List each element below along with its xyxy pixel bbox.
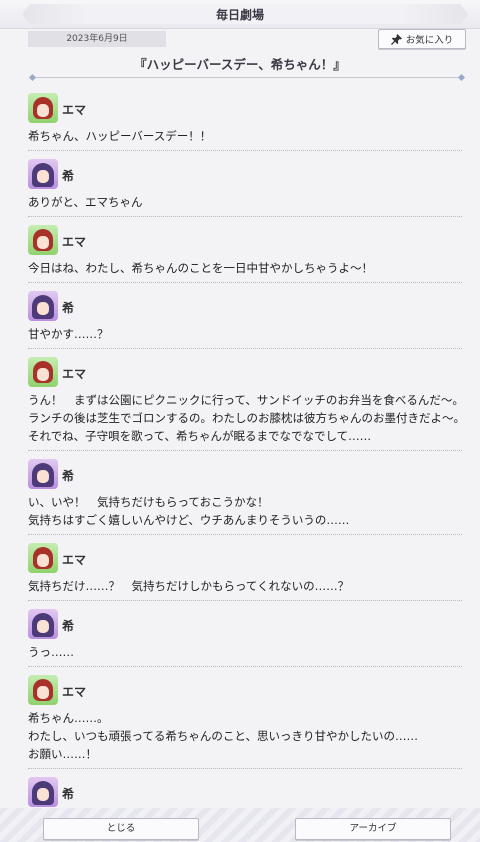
dialog-entry: エマ希ちゃん、ハッピーバースデー！！ xyxy=(28,93,462,145)
dialog-divider xyxy=(28,348,462,349)
dialog-line: ランチの後は芝生でゴロンするの。わたしのお膝枕は彼方ちゃんのお墨付きだよ～。 xyxy=(28,411,465,425)
page-title: 毎日劇場 xyxy=(215,8,264,22)
dialog-line: わたし、いつも頑張ってる希ちゃんのこと、思いっきり甘やかしたいの…… xyxy=(28,729,418,743)
dialog-text: い、いや！ 気持ちだけもらっておこうかな！ 気持ちはすごく嬉しいんやけど、ウチあん… xyxy=(28,493,462,529)
dialog-entry: エマ今日はね、わたし、希ちゃんのことを一日中甘やかしちゃうよ～！ xyxy=(28,225,462,277)
title-divider xyxy=(28,73,466,82)
speaker-row: 希 xyxy=(28,159,462,189)
emma-avatar xyxy=(28,225,58,255)
dialog-line: ありがと、エマちゃん xyxy=(28,195,143,209)
pin-icon xyxy=(390,33,402,45)
dialog-entry: 希い、いや！ 気持ちだけもらっておこうかな！ 気持ちはすごく嬉しいんやけど、ウチあ… xyxy=(28,459,462,529)
emma-avatar xyxy=(28,357,58,387)
speaker-name: エマ xyxy=(62,103,87,117)
speaker-name: 希 xyxy=(62,787,75,801)
dialog-line: うん！ まずは公園にピクニックに行って、サンドイッチのお弁当を食べるんだ～。 xyxy=(28,393,464,407)
speaker-name: エマ xyxy=(62,685,87,699)
speaker-row: 希 xyxy=(28,777,462,807)
dialog-line: 気持ちはすごく嬉しいんやけど、ウチあんまりそういうの…… xyxy=(28,513,350,527)
emma-avatar xyxy=(28,675,58,705)
dialog-line: 今日はね、わたし、希ちゃんのことを一日中甘やかしちゃうよ～！ xyxy=(28,261,373,275)
dialog-text: うん！ まずは公園にピクニックに行って、サンドイッチのお弁当を食べるんだ～。 ラン… xyxy=(28,391,465,445)
date-label: 2023年6月9日 xyxy=(28,31,166,47)
dialog-divider xyxy=(28,282,462,283)
speaker-row: エマ xyxy=(28,543,462,573)
nozomi-avatar xyxy=(28,609,58,639)
speaker-row: エマ xyxy=(28,225,462,255)
dialog-line: 希ちゃん……。 xyxy=(28,711,109,725)
dialog-text: 甘やかす……？ xyxy=(28,325,462,343)
archive-button[interactable]: アーカイブ xyxy=(295,818,451,840)
dialog-divider xyxy=(28,450,462,451)
dialog-text: 気持ちだけ……？ 気持ちだけしかもらってくれないの……？ xyxy=(28,577,462,595)
speaker-name: 希 xyxy=(62,619,75,633)
dialog-entry: エマ希ちゃん……。わたし、いつも頑張ってる希ちゃんのこと、思いっきり甘やかしたい… xyxy=(28,675,462,763)
dialog-entry: 希ありがと、エマちゃん xyxy=(28,159,462,211)
speaker-row: 希 xyxy=(28,609,462,639)
speaker-row: エマ xyxy=(28,93,462,123)
dialog-text: ありがと、エマちゃん xyxy=(28,193,462,211)
emma-avatar xyxy=(28,93,58,123)
dialog-divider xyxy=(28,600,462,601)
dialog-line: それでね、子守唄を歌って、希ちゃんが眠るまでなでなでして…… xyxy=(28,429,372,443)
nozomi-avatar xyxy=(28,459,58,489)
dialog-divider xyxy=(28,768,462,769)
favorite-button-label: お気に入り xyxy=(405,35,454,46)
story-title: 『ハッピーバースデー、希ちゃん！』 xyxy=(134,57,346,72)
dialog-line: 希ちゃん、ハッピーバースデー！！ xyxy=(28,129,212,143)
speaker-row: エマ xyxy=(28,675,462,705)
dialog-line: 気持ちだけ……？ 気持ちだけしかもらってくれないの……？ xyxy=(28,579,350,593)
dialog-line: うっ…… xyxy=(28,645,74,659)
emma-avatar xyxy=(28,543,58,573)
dialog-line: 甘やかす……？ xyxy=(28,327,109,341)
dialog-line: い、いや！ 気持ちだけもらっておこうかな！ xyxy=(28,495,269,509)
dialog-divider xyxy=(28,216,462,217)
dialog-entry: エマうん！ まずは公園にピクニックに行って、サンドイッチのお弁当を食べるんだ～。… xyxy=(28,357,465,445)
speaker-name: エマ xyxy=(62,235,87,249)
dialog-text: 今日はね、わたし、希ちゃんのことを一日中甘やかしちゃうよ～！ xyxy=(28,259,462,277)
speaker-name: エマ xyxy=(62,553,87,567)
speaker-row: 希 xyxy=(28,291,462,321)
speaker-name: 希 xyxy=(62,469,75,483)
nozomi-avatar xyxy=(28,291,58,321)
dialog-divider xyxy=(28,150,462,151)
nozomi-avatar xyxy=(28,777,58,807)
close-button[interactable]: とじる xyxy=(43,818,199,840)
dialog-divider xyxy=(28,534,462,535)
dialog-text: 希ちゃん、ハッピーバースデー！！ xyxy=(28,127,462,145)
dialog-text: うっ…… xyxy=(28,643,462,661)
dialog-entry: エマ気持ちだけ……？ 気持ちだけしかもらってくれないの……？ xyxy=(28,543,462,595)
footer-bar: とじる アーカイブ xyxy=(0,808,480,842)
favorite-button[interactable]: お気に入り xyxy=(378,29,466,49)
dialog-entry: 希甘やかす……？ xyxy=(28,291,462,343)
speaker-row: エマ xyxy=(28,357,462,387)
speaker-name: エマ xyxy=(62,367,87,381)
header-bar: 毎日劇場 xyxy=(0,0,480,29)
dialog-line: お願い……！ xyxy=(28,747,97,761)
nozomi-avatar xyxy=(28,159,58,189)
dialog-entry: 希うっ…… xyxy=(28,609,462,661)
dialog-text: 希ちゃん……。わたし、いつも頑張ってる希ちゃんのこと、思いっきり甘やかしたいの…… xyxy=(28,709,462,763)
speaker-row: 希 xyxy=(28,459,462,489)
speaker-name: 希 xyxy=(62,169,75,183)
dialog-divider xyxy=(28,666,462,667)
speaker-name: 希 xyxy=(62,301,75,315)
